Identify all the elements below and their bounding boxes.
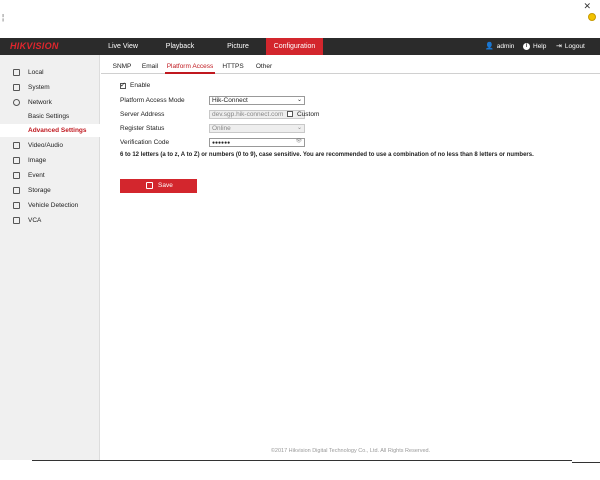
tab-picture[interactable]: Picture [212,38,264,55]
sidebar-item-label: Vehicle Detection [28,202,79,209]
subtab-other[interactable]: Other [252,60,276,74]
save-button[interactable]: Save [120,179,197,193]
sidebar-item-system[interactable]: System [0,81,100,94]
sidebar-item-label: Video/Audio [28,142,63,149]
mode-value: Hik-Connect [212,97,248,104]
enable-checkbox[interactable] [120,81,126,89]
system-icon [13,84,20,91]
brand-logo: HIKVISION [10,41,59,51]
help-label: Help [533,43,547,50]
scroll-marker: ¦ [2,13,5,22]
close-icon[interactable]: ✕ [583,1,591,12]
browser-chrome: ¦ ✕ [0,0,600,38]
storage-icon [13,187,20,194]
help-button[interactable]: i Help [523,38,546,55]
logout-icon: ⇥ [556,43,562,50]
password-eye-icon[interactable]: 👁 [296,138,302,145]
top-nav-bar: HIKVISION Live View Playback Picture Con… [0,38,600,55]
globe-icon [13,99,20,106]
sidebar: Local System Network Basic Settings Adva… [0,55,100,460]
save-icon [146,182,153,189]
tab-playback[interactable]: Playback [154,38,206,55]
sidebar-item-label: Storage [28,187,51,194]
verification-code-input[interactable]: ●●●●●● 👁 [209,138,305,147]
main-content: SNMP Email Platform Access HTTPS Other E… [101,55,600,460]
sidebar-item-storage[interactable]: Storage [0,184,100,197]
status-label: Register Status [120,125,165,132]
subtab-platform-access[interactable]: Platform Access [165,60,215,74]
logout-button[interactable]: ⇥ Logout [556,38,585,55]
sidebar-item-label: Event [28,172,45,179]
vca-icon [13,217,20,224]
custom-checkbox[interactable] [287,111,293,117]
subtab-bar: SNMP Email Platform Access HTTPS Other [101,60,600,74]
bottom-divider-right [572,462,600,463]
code-value: ●●●●●● [212,140,231,146]
sidebar-item-video-audio[interactable]: Video/Audio [0,139,100,152]
sidebar-subitem-basic-settings[interactable]: Basic Settings [0,110,100,123]
calendar-icon [13,172,20,179]
tab-live-view[interactable]: Live View [97,38,149,55]
chevron-down-icon: ⌄ [296,97,302,103]
enable-label: Enable [130,82,151,89]
sidebar-item-image[interactable]: Image [0,154,100,167]
sidebar-item-event[interactable]: Event [0,169,100,182]
sidebar-subitem-advanced-settings[interactable]: Advanced Settings [0,124,100,137]
logout-label: Logout [564,43,585,50]
sidebar-item-label: Network [28,99,52,106]
server-label: Server Address [120,111,165,118]
subtab-https[interactable]: HTTPS [221,60,245,74]
extension-icon[interactable] [588,13,596,21]
user-name: admin [496,43,515,50]
camera-icon [13,142,20,149]
server-value: dev.sgp.hik-connect.com [212,111,284,118]
tab-configuration[interactable]: Configuration [266,38,323,55]
mode-label: Platform Access Mode [120,97,185,104]
sidebar-item-local[interactable]: Local [0,66,100,79]
user-menu[interactable]: 👤 admin [485,38,514,55]
copyright-footer: ©2017 Hikvision Digital Technology Co., … [270,448,431,454]
monitor-icon [13,69,20,76]
custom-label: Custom [297,111,320,118]
user-icon: 👤 [485,43,494,50]
bottom-strip [0,460,600,480]
help-icon: i [523,43,530,50]
image-icon [13,157,20,164]
save-label: Save [158,182,173,189]
subtab-email[interactable]: Email [139,60,161,74]
verification-hint: 6 to 12 letters (a to z, A to Z) or numb… [120,152,534,158]
sidebar-item-vehicle-detection[interactable]: Vehicle Detection [0,199,100,212]
register-status-select: Online ⌄ [209,124,305,133]
vehicle-icon [13,202,20,209]
sidebar-item-label: Image [28,157,47,164]
code-label: Verification Code [120,139,170,146]
sidebar-item-label: Local [28,69,44,76]
status-value: Online [212,125,231,132]
sidebar-item-label: System [28,84,50,91]
sidebar-item-vca[interactable]: VCA [0,214,100,227]
sidebar-item-label: VCA [28,217,42,224]
sidebar-item-network[interactable]: Network [0,96,100,109]
platform-access-mode-select[interactable]: Hik-Connect ⌄ [209,96,305,105]
bottom-divider [32,460,572,461]
chevron-down-icon: ⌄ [296,125,302,131]
subtab-snmp[interactable]: SNMP [109,60,135,74]
